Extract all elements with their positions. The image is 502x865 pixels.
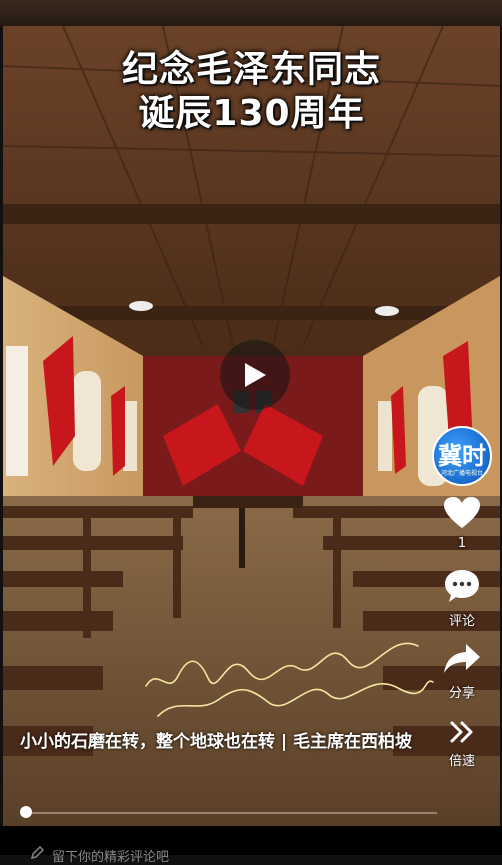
comment-input-placeholder[interactable]: 留下你的精彩评论吧 [52,846,169,865]
comment-bubble-icon [445,570,479,602]
avatar-subtext: 河北广播电视台 [440,470,483,477]
pencil-icon [30,846,44,860]
video-title-line1: 纪念毛泽东同志 [121,49,381,90]
speed-label: 倍速 [448,754,475,769]
top-strip [0,0,502,26]
comment-bar[interactable]: 留下你的精彩评论吧 [0,826,502,865]
handwriting-overlay [145,642,434,717]
comment-button[interactable]: 评论 [432,568,492,629]
like-count: 1 [457,536,467,551]
avatar-glyph: 冀时 [438,441,486,470]
heart-icon [444,497,480,528]
share-label: 分享 [448,686,475,701]
play-icon [245,363,266,387]
share-button[interactable]: 分享 [432,642,492,701]
like-button[interactable]: 1 [432,496,492,551]
video-frame[interactable]: 纪念毛泽东同志 诞辰130周年 [3,26,500,826]
speed-button[interactable]: 倍速 [432,720,492,769]
double-chevron-icon [450,721,473,743]
video-title-line2: 诞辰130周年 [138,93,365,134]
comment-label: 评论 [448,614,475,629]
video-caption: 小小的石磨在转，整个地球也在转 | 毛主席在西柏坡 [20,732,413,752]
play-button[interactable] [220,340,290,410]
progress-track[interactable] [22,812,437,814]
author-avatar[interactable]: 冀时 河北广播电视台 [432,426,492,486]
share-arrow-icon [444,644,480,673]
